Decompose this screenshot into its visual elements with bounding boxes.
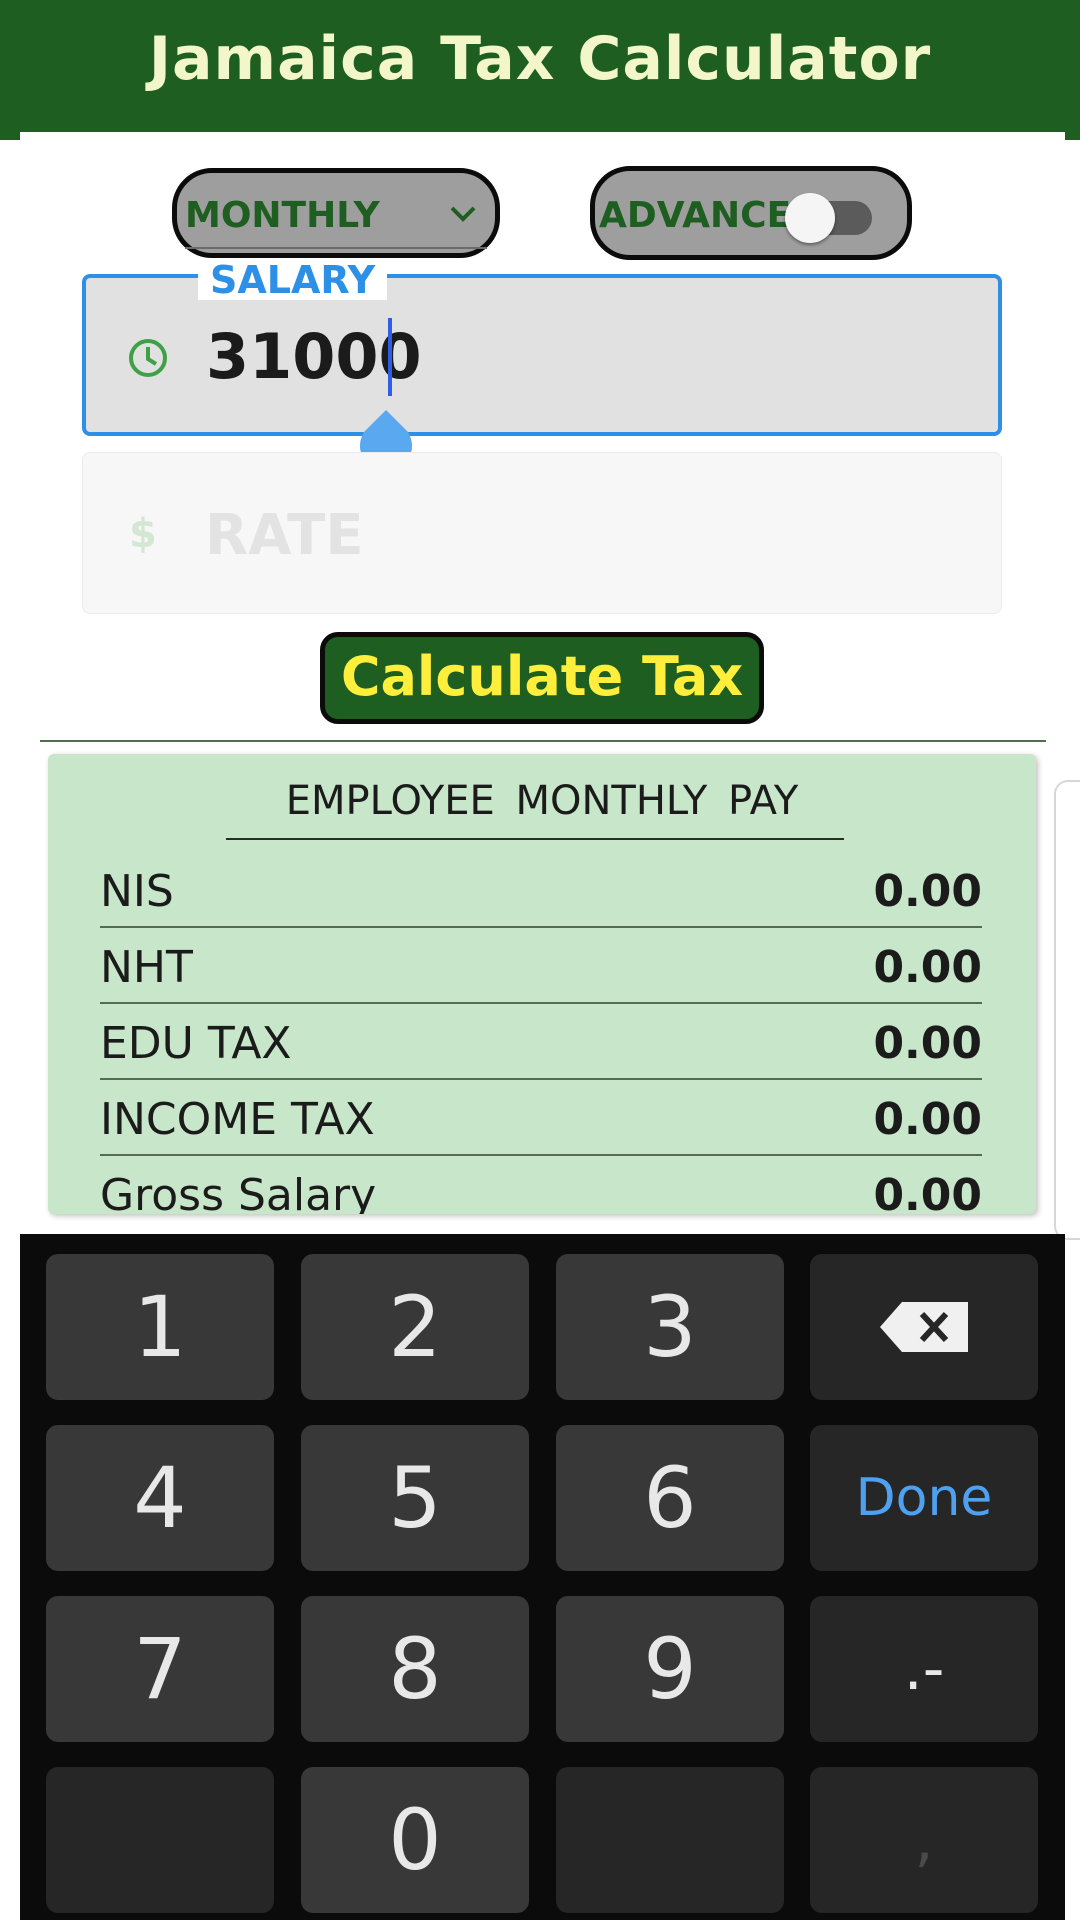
rate-input-placeholder[interactable]: RATE [205, 503, 364, 568]
key-6[interactable]: 6 [556, 1425, 784, 1571]
text-cursor [388, 318, 392, 396]
result-row: NIS 0.00 [100, 852, 982, 928]
blank-key [556, 1767, 784, 1913]
form-card-top [20, 132, 1065, 152]
header-rule [226, 838, 844, 840]
key-3[interactable]: 3 [556, 1254, 784, 1400]
salary-field[interactable]: SALARY 31000 [82, 260, 1002, 464]
punctuation-key[interactable]: .- [810, 1596, 1038, 1742]
result-row: Gross Salary 0.00 [100, 1156, 982, 1214]
dropdown-underline [185, 247, 487, 249]
result-row-name: EDU TAX [100, 1018, 292, 1069]
result-row: INCOME TAX 0.00 [100, 1080, 982, 1156]
result-row: NHT 0.00 [100, 928, 982, 1004]
backspace-icon [880, 1302, 968, 1352]
clock-icon [129, 339, 167, 377]
comma-key[interactable]: , [810, 1767, 1038, 1913]
rate-field[interactable]: $ RATE [82, 452, 1002, 614]
result-row: EDU TAX 0.00 [100, 1004, 982, 1080]
result-row-name: INCOME TAX [100, 1094, 375, 1145]
period-dropdown-value: MONTHLY [185, 195, 380, 236]
key-9[interactable]: 9 [556, 1596, 784, 1742]
next-card-edge [1054, 780, 1080, 1240]
key-2[interactable]: 2 [301, 1254, 529, 1400]
key-5[interactable]: 5 [301, 1425, 529, 1571]
key-4[interactable]: 4 [46, 1425, 274, 1571]
calculate-tax-button[interactable]: Calculate Tax [320, 632, 764, 724]
advance-switch-knob[interactable] [785, 193, 835, 243]
key-7[interactable]: 7 [46, 1596, 274, 1742]
result-row-value: 0.00 [873, 866, 982, 917]
result-row-value: 0.00 [873, 1018, 982, 1069]
backspace-key[interactable] [810, 1254, 1038, 1400]
section-divider [40, 740, 1046, 742]
done-key[interactable]: Done [810, 1425, 1038, 1571]
result-row-name: NIS [100, 866, 174, 917]
result-row-value: 0.00 [873, 1094, 982, 1145]
app-title: Jamaica Tax Calculator [148, 24, 932, 94]
advance-label: ADVANCE [599, 195, 792, 236]
result-row-name: Gross Salary [100, 1170, 377, 1214]
results-card: EMPLOYEE MONTHLY PAY NIS 0.00 NHT 0.00 E… [48, 754, 1036, 1214]
chevron-down-icon [450, 206, 476, 222]
result-row-value: 0.00 [873, 942, 982, 993]
result-row-value: 0.00 [873, 1170, 982, 1214]
app-screen: Jamaica Tax Calculator MONTHLY ADVANCE S… [0, 0, 1080, 1920]
numeric-keyboard: 1 2 3 4 5 6 Done 7 8 9 .- 0 , [20, 1234, 1065, 1920]
key-1[interactable]: 1 [46, 1254, 274, 1400]
results-header: EMPLOYEE MONTHLY PAY [285, 778, 799, 824]
key-0[interactable]: 0 [301, 1767, 529, 1913]
dollar-icon: $ [129, 511, 157, 557]
salary-label: SALARY [198, 260, 388, 300]
period-dropdown[interactable]: MONTHLY [172, 168, 500, 258]
blank-key [46, 1767, 274, 1913]
key-8[interactable]: 8 [301, 1596, 529, 1742]
app-bar: Jamaica Tax Calculator [0, 0, 1080, 140]
result-row-name: NHT [100, 942, 193, 993]
advance-toggle-control: ADVANCE [590, 166, 912, 260]
